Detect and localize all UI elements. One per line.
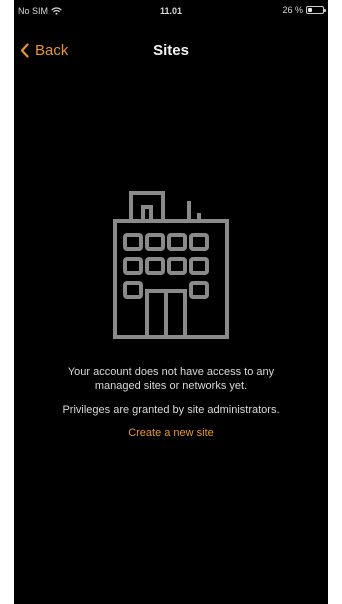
no-access-message: Your account does not have access to any… xyxy=(67,366,275,392)
empty-state: Your account does not have access to any… xyxy=(14,185,328,439)
navigation-bar: Back Sites xyxy=(14,36,328,66)
building-icon xyxy=(113,191,229,339)
status-time: 11.01 xyxy=(159,6,183,16)
create-site-link[interactable]: Create a new site xyxy=(14,427,328,439)
app-screen: No SIM 11.01 26 % Back Sites Your accoun… xyxy=(14,0,328,604)
battery-level xyxy=(308,8,313,12)
page-title: Sites xyxy=(153,42,189,59)
battery-icon xyxy=(306,6,326,14)
privileges-message: Privileges are granted by site administr… xyxy=(62,404,280,416)
battery-status: 26 % xyxy=(282,5,326,15)
battery-percent: 26 % xyxy=(282,5,303,15)
status-bar: No SIM 11.01 26 % xyxy=(14,0,328,22)
